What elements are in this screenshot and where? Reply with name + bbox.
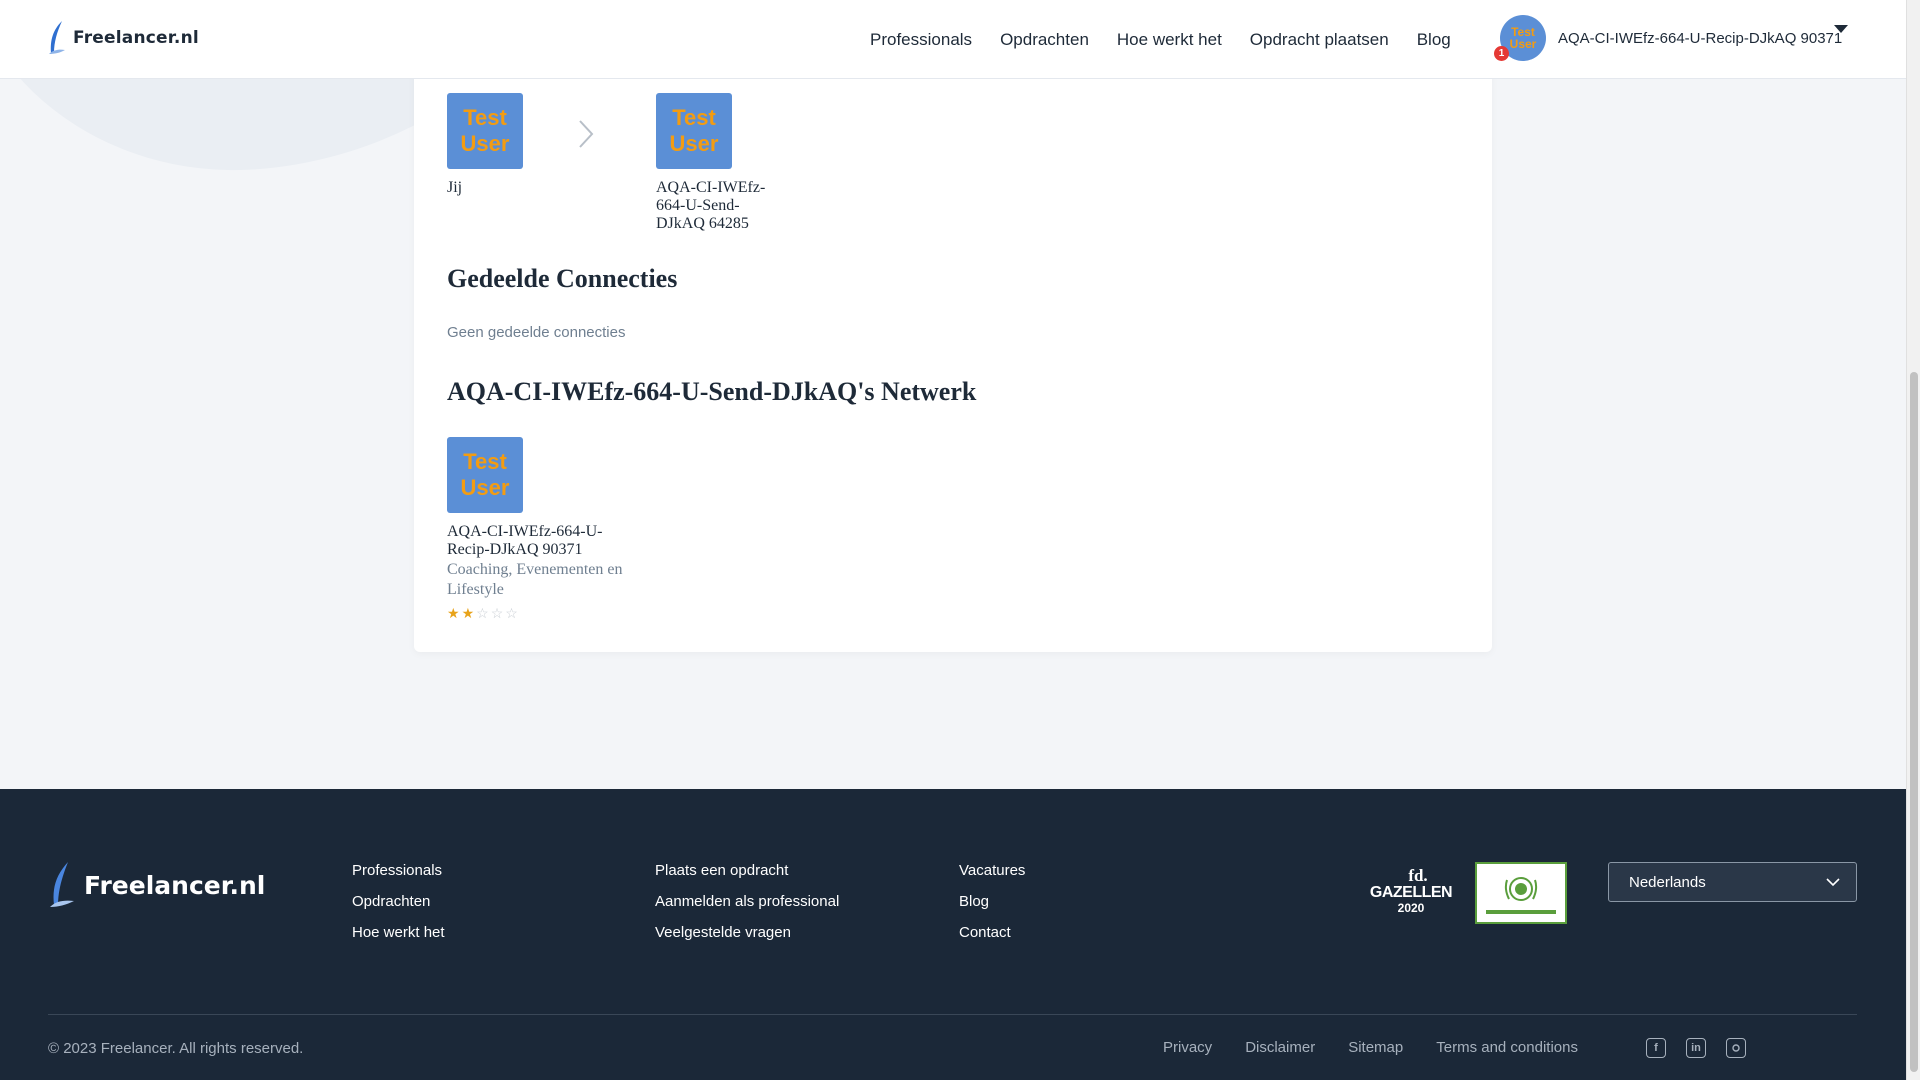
notification-badge[interactable]: 1 — [1494, 46, 1509, 61]
top-navigation-bar: Freelancer.nl Professionals Opdrachten H… — [0, 0, 1906, 79]
nav-opdrachten[interactable]: Opdrachten — [1000, 30, 1089, 50]
connection-you[interactable]: Test User Jij — [447, 93, 523, 197]
fd-badge-line2: GAZELLEN — [1369, 884, 1453, 901]
footer-divider — [48, 1014, 1857, 1015]
chevron-down-icon — [1826, 878, 1840, 887]
instagram-icon[interactable] — [1726, 1038, 1746, 1058]
user-menu[interactable]: Test User 1 AQA-CI-IWEfz-664-U-Recip-DJk… — [1494, 15, 1842, 61]
footer-logo[interactable]: Freelancer.nl — [48, 861, 265, 909]
footer-link-vacatures[interactable]: Vacatures — [959, 862, 1025, 880]
footer-link-opdrachten[interactable]: Opdrachten — [352, 893, 445, 911]
feather-logo-icon — [50, 862, 74, 907]
rating-stars: ★ ★ ☆ ☆ ☆ — [447, 606, 637, 620]
star-empty-icon: ☆ — [476, 605, 489, 621]
language-select[interactable]: Nederlands — [1608, 862, 1857, 902]
footer-link-hoe-werkt-het[interactable]: Hoe werkt het — [352, 924, 445, 942]
fd-badge-line3: 2020 — [1397, 901, 1425, 915]
social-links: f in — [1646, 1038, 1746, 1058]
star-empty-icon: ☆ — [490, 605, 504, 621]
star-empty-icon: ☆ — [505, 605, 518, 621]
network-member[interactable]: Test User AQA-CI-IWEfz-664-U-Recip-DJkAQ… — [447, 437, 637, 620]
nav-blog[interactable]: Blog — [1417, 30, 1451, 50]
avatar-text-line2: User — [460, 131, 510, 156]
logo-text: Freelancer.nl — [73, 28, 199, 48]
member-tags: Coaching, Evenementen en Lifestyle — [447, 561, 623, 598]
avatar-text-line1: Test — [672, 105, 716, 130]
fd-gazellen-badge: fd. GAZELLEN 2020 — [1368, 866, 1454, 918]
copyright: © 2023 Freelancer. All rights reserved. — [48, 1040, 304, 1057]
linkedin-icon[interactable]: in — [1686, 1038, 1706, 1058]
chevron-right-icon — [579, 120, 594, 148]
nav-hoe-werkt-het[interactable]: Hoe werkt het — [1117, 30, 1222, 50]
avatar[interactable]: Test User — [447, 437, 523, 513]
you-label: Jij — [447, 179, 463, 196]
avatar-text-line2: User — [669, 131, 719, 156]
star-filled-icon: ★ — [461, 605, 475, 621]
avatar-text-line1: Test — [463, 449, 507, 474]
footer-link-professionals[interactable]: Professionals — [352, 862, 445, 880]
footer: Freelancer.nl Professionals Opdrachten H… — [0, 789, 1906, 1080]
feather-logo-icon — [49, 21, 65, 54]
award-laurel-icon — [1504, 877, 1538, 901]
avatar-text-line1: Test — [463, 105, 507, 130]
user-menu-dropdown-icon[interactable] — [1834, 25, 1848, 33]
footer-link-aanmelden[interactable]: Aanmelden als professional — [655, 893, 839, 911]
avatar-text-line2: User — [1509, 37, 1537, 51]
target-name[interactable]: AQA-CI-IWEfz-664-U-Send-DJkAQ 64285 — [656, 179, 776, 233]
footer-col-1: Professionals Opdrachten Hoe werkt het — [352, 862, 445, 942]
avatar[interactable]: Test User — [656, 93, 732, 169]
footer-col-3: Vacatures Blog Contact — [959, 862, 1025, 942]
nav-professionals[interactable]: Professionals — [870, 30, 972, 50]
nav-opdracht-plaatsen[interactable]: Opdracht plaatsen — [1250, 30, 1389, 50]
connection-card: Test User Jij Test User AQA-CI-IWEfz-664… — [414, 40, 1492, 652]
award-badge — [1475, 862, 1567, 924]
user-name[interactable]: AQA-CI-IWEfz-664-U-Recip-DJkAQ 90371 — [1558, 30, 1842, 47]
network-title: AQA-CI-IWEfz-664-U-Send-DJkAQ's Netwerk — [447, 377, 977, 406]
user-avatar[interactable]: Test User 1 — [1494, 15, 1546, 61]
member-name[interactable]: AQA-CI-IWEfz-664-U-Recip-DJkAQ 90371 — [447, 523, 637, 559]
footer-link-plaats-opdracht[interactable]: Plaats een opdracht — [655, 862, 839, 880]
legal-link-terms[interactable]: Terms and conditions — [1436, 1039, 1578, 1056]
scrollbar-thumb[interactable] — [1910, 372, 1918, 1072]
footer-link-faq[interactable]: Veelgestelde vragen — [655, 924, 839, 942]
fd-badge-line1: fd. — [1408, 866, 1428, 885]
footer-logo-text: Freelancer.nl — [84, 870, 266, 900]
star-filled-icon: ★ — [447, 605, 460, 621]
facebook-icon[interactable]: f — [1646, 1038, 1666, 1058]
footer-link-contact[interactable]: Contact — [959, 924, 1025, 942]
legal-links: Privacy Disclaimer Sitemap Terms and con… — [1163, 1039, 1578, 1056]
footer-link-blog[interactable]: Blog — [959, 893, 1025, 911]
site-logo[interactable]: Freelancer.nl — [47, 20, 199, 56]
connection-target[interactable]: Test User AQA-CI-IWEfz-664-U-Send-DJkAQ … — [656, 93, 776, 233]
language-value: Nederlands — [1629, 873, 1706, 891]
shared-connections-title: Gedeelde Connecties — [447, 264, 678, 293]
legal-link-privacy[interactable]: Privacy — [1163, 1039, 1212, 1056]
legal-link-sitemap[interactable]: Sitemap — [1348, 1039, 1403, 1056]
main-nav: Professionals Opdrachten Hoe werkt het O… — [870, 0, 1451, 79]
avatar-text-line2: User — [460, 475, 510, 500]
avatar[interactable]: Test User — [447, 93, 523, 169]
page-scrollbar[interactable] — [1906, 0, 1920, 1080]
shared-connections-empty: Geen gedeelde connecties — [447, 324, 626, 341]
legal-link-disclaimer[interactable]: Disclaimer — [1245, 1039, 1315, 1056]
footer-col-2: Plaats een opdracht Aanmelden als profes… — [655, 862, 839, 942]
